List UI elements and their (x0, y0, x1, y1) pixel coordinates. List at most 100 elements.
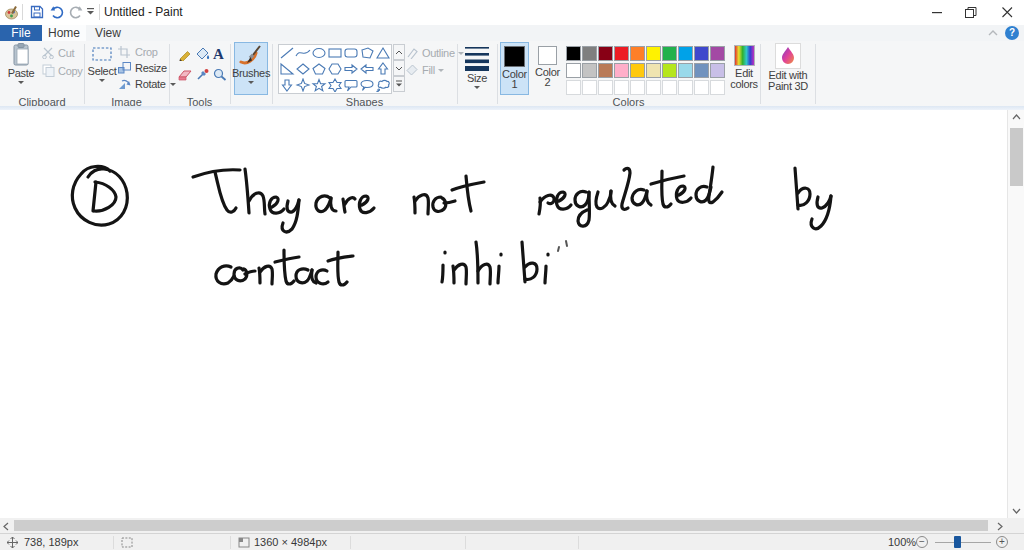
scroll-up-icon[interactable] (1012, 114, 1021, 120)
zoom-out-button[interactable]: − (916, 536, 928, 548)
shape-curve-icon[interactable] (295, 45, 311, 61)
shape-right-triangle-icon[interactable] (279, 61, 295, 77)
outline-button[interactable]: Outline (406, 47, 464, 59)
scroll-down-icon[interactable] (1012, 508, 1021, 514)
shape-pentagon-icon[interactable] (311, 61, 327, 77)
vertical-scrollbar[interactable] (1007, 110, 1024, 518)
paste-button[interactable]: Paste (6, 43, 36, 97)
crop-button[interactable]: Crop (118, 46, 158, 58)
eraser-tool[interactable] (178, 67, 192, 85)
palette-swatch[interactable] (566, 46, 581, 61)
restore-button[interactable] (956, 0, 986, 25)
shape-callout-rounded-icon[interactable] (343, 77, 359, 93)
color1-button[interactable]: Color 1 (500, 42, 529, 95)
palette-swatch-empty[interactable] (694, 80, 709, 95)
text-tool[interactable]: A (213, 46, 224, 63)
shape-triangle-icon[interactable] (375, 45, 391, 61)
palette-swatch[interactable] (566, 63, 581, 78)
shape-arrow-down-icon[interactable] (279, 77, 295, 93)
zoom-slider-track[interactable] (935, 542, 991, 543)
undo-icon[interactable] (50, 5, 65, 19)
redo-icon[interactable] (68, 5, 83, 19)
brushes-button[interactable]: Brushes (234, 42, 268, 95)
shape-callout-oval-icon[interactable] (359, 77, 375, 93)
shape-line-icon[interactable] (279, 45, 295, 61)
shape-arrow-up-icon[interactable] (375, 61, 391, 77)
help-icon[interactable]: ? (1005, 26, 1019, 40)
palette-swatch[interactable] (582, 63, 597, 78)
shape-callout-cloud-icon[interactable] (375, 77, 391, 93)
palette-swatch[interactable] (678, 46, 693, 61)
palette-swatch[interactable] (662, 46, 677, 61)
shape-rounded-rectangle-icon[interactable] (343, 45, 359, 61)
palette-swatch[interactable] (646, 46, 661, 61)
copy-button[interactable]: Copy (42, 64, 82, 77)
shape-star-4-icon[interactable] (295, 77, 311, 93)
shape-diamond-icon[interactable] (295, 61, 311, 77)
shape-polygon-icon[interactable] (359, 45, 375, 61)
horizontal-scrollbar-thumb[interactable] (14, 520, 988, 531)
palette-swatch[interactable] (694, 46, 709, 61)
save-icon[interactable] (30, 5, 44, 19)
pencil-tool[interactable] (178, 47, 192, 65)
scroll-right-icon[interactable] (997, 522, 1003, 531)
cut-button[interactable]: Cut (42, 47, 74, 59)
palette-swatch[interactable] (598, 63, 613, 78)
zoom-in-button[interactable]: + (996, 536, 1008, 548)
palette-swatch-empty[interactable] (630, 80, 645, 95)
palette-swatch-empty[interactable] (710, 80, 725, 95)
zoom-slider-thumb[interactable] (954, 536, 961, 548)
horizontal-scrollbar[interactable] (0, 518, 1007, 533)
tab-view[interactable]: View (86, 25, 130, 41)
shape-hexagon-icon[interactable] (327, 61, 343, 77)
size-button[interactable]: Size (461, 43, 493, 97)
palette-swatch[interactable] (582, 46, 597, 61)
palette-swatch[interactable] (630, 46, 645, 61)
select-button[interactable]: Select (89, 43, 115, 97)
quick-access-dropdown-icon[interactable] (86, 8, 95, 15)
shape-arrow-right-icon[interactable] (343, 61, 359, 77)
edit-with-paint3d-button[interactable]: Edit with Paint 3D (766, 43, 810, 97)
palette-swatch-empty[interactable] (598, 80, 613, 95)
shape-ellipse-icon[interactable] (311, 45, 327, 61)
palette-swatch[interactable] (694, 63, 709, 78)
palette-swatch[interactable] (614, 63, 629, 78)
palette-swatch[interactable] (710, 63, 725, 78)
palette-swatch-empty[interactable] (614, 80, 629, 95)
palette-swatch[interactable] (630, 63, 645, 78)
rotate-button[interactable]: Rotate (118, 78, 176, 90)
scroll-left-icon[interactable] (3, 522, 9, 531)
shape-arrow-left-icon[interactable] (359, 61, 375, 77)
palette-swatch-empty[interactable] (678, 80, 693, 95)
shapes-scroll-up[interactable] (393, 44, 405, 60)
collapse-ribbon-icon[interactable] (988, 29, 998, 37)
close-button[interactable] (992, 0, 1022, 25)
palette-swatch-empty[interactable] (646, 80, 661, 95)
shape-rectangle-icon[interactable] (327, 45, 343, 61)
vertical-scrollbar-thumb[interactable] (1010, 128, 1023, 186)
shape-star-5-icon[interactable] (311, 77, 327, 93)
palette-swatch-empty[interactable] (582, 80, 597, 95)
magnifier-tool[interactable] (213, 67, 227, 85)
drawing-canvas[interactable] (0, 110, 1007, 518)
palette-swatch-empty[interactable] (662, 80, 677, 95)
fill-tool[interactable] (196, 47, 210, 65)
shapes-more-icon[interactable] (393, 76, 405, 92)
palette-swatch[interactable] (646, 63, 661, 78)
palette-swatch[interactable] (598, 46, 613, 61)
edit-colors-button[interactable]: Edit colors (729, 43, 759, 97)
palette-swatch[interactable] (678, 63, 693, 78)
palette-swatch[interactable] (614, 46, 629, 61)
color2-button[interactable]: Color 2 (533, 42, 562, 95)
color-picker-tool[interactable] (196, 67, 210, 85)
shapes-scroll-down[interactable] (393, 60, 405, 76)
minimize-button[interactable] (922, 0, 952, 25)
tab-home[interactable]: Home (42, 25, 86, 41)
fill-button[interactable]: Fill (406, 64, 444, 76)
palette-swatch[interactable] (662, 63, 677, 78)
tab-file[interactable]: File (0, 25, 42, 41)
resize-button[interactable]: Resize (118, 62, 167, 74)
palette-swatch-empty[interactable] (566, 80, 581, 95)
palette-swatch[interactable] (710, 46, 725, 61)
shape-star-6-icon[interactable] (327, 77, 343, 93)
